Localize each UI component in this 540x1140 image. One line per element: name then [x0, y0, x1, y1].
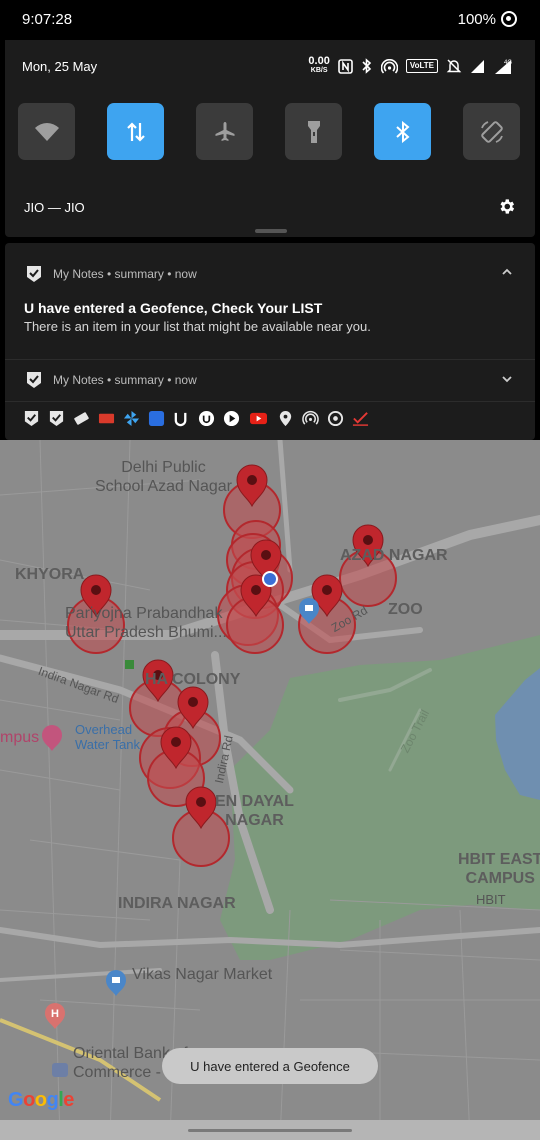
map-view[interactable]: H Delhi Public School Azad Nagar KHYORA P… — [0, 440, 540, 1140]
map-label-hbit-east: HBIT EAST CAMPUS — [458, 851, 540, 887]
map-label-indira-nagar: INDIRA NAGAR — [118, 895, 236, 912]
battery-percent: 100% — [457, 11, 496, 28]
auto-rotate-icon — [480, 120, 503, 143]
map-label-azad-nagar: AZAD NAGAR — [340, 547, 448, 564]
compass-icon — [327, 410, 344, 427]
mobile-data-tile[interactable] — [107, 103, 164, 160]
u-app-icon — [174, 412, 187, 427]
battery-icon — [501, 11, 517, 27]
my-notes-app-icon — [27, 372, 41, 388]
notification-header-text: My Notes • summary • now — [53, 267, 197, 281]
network-type: 4G — [504, 60, 512, 66]
map-canvas[interactable]: H — [0, 440, 540, 1140]
map-label-colony: HA COLONY — [145, 671, 241, 688]
map-label-zoo: ZOO — [388, 601, 423, 618]
map-label-school: Delhi Public School Azad Nagar — [95, 459, 232, 495]
notification-header-2[interactable]: My Notes • summary • now — [25, 371, 197, 389]
chevron-up-icon[interactable] — [501, 267, 513, 277]
mute-icon — [446, 59, 462, 73]
settings-gear-icon[interactable] — [497, 197, 516, 216]
volte-badge: VoLTE — [405, 59, 438, 73]
green-square-poi — [125, 660, 134, 669]
train-app-icon — [98, 413, 115, 424]
date-label[interactable]: Mon, 25 May — [22, 59, 97, 74]
clock: 9:07:28 — [22, 11, 73, 28]
notification-text: There is an item in your list that might… — [24, 319, 371, 334]
checkmark-red-icon — [352, 412, 369, 426]
quick-settings-panel: Mon, 25 May 0.00 KB/S VoLTE 4G JIO — JIO — [5, 40, 535, 237]
map-label-vikas-market: Vikas Nagar Market — [132, 966, 273, 983]
map-label-khyora: KHYORA — [15, 566, 85, 583]
bank-poi-icon[interactable] — [52, 1063, 68, 1077]
notification-card[interactable]: My Notes • summary • now U have entered … — [5, 243, 535, 440]
my-notes-icon — [24, 410, 39, 427]
notification-title: U have entered a Geofence, Check Your LI… — [24, 300, 323, 316]
divider — [5, 359, 535, 360]
play-icon — [223, 410, 240, 427]
status-bar: 9:07:28 100% — [0, 0, 540, 40]
hotspot-icon — [302, 410, 319, 425]
notification-header: My Notes • summary • now — [25, 265, 197, 283]
network-speed-unit: KB/S — [310, 67, 328, 74]
toast-message: U have entered a Geofence — [162, 1048, 378, 1084]
map-label-overhead-tank: Overhead Water Tank — [75, 722, 141, 752]
bluetooth-icon — [395, 120, 410, 143]
status-icons: 0.00 KB/S VoLTE 4G — [308, 54, 513, 78]
airplane-icon — [215, 121, 234, 141]
auto-rotate-tile[interactable] — [463, 103, 520, 160]
home-gesture-pill[interactable] — [188, 1129, 352, 1132]
navigation-bar — [0, 1120, 540, 1140]
flashlight-tile[interactable] — [285, 103, 342, 160]
chevron-down-icon[interactable] — [501, 374, 513, 384]
bluetooth-tile[interactable] — [374, 103, 431, 160]
carrier-label: JIO — JIO — [24, 200, 85, 215]
paytm-icon — [148, 410, 165, 427]
my-notes-icon — [49, 410, 64, 427]
svg-text:H: H — [51, 1008, 59, 1020]
ticket-icon — [74, 412, 89, 425]
pinwheel-icon — [123, 410, 140, 427]
map-label-campus: mpus — [0, 729, 40, 746]
wifi-icon — [34, 122, 59, 141]
signal-icon — [471, 59, 484, 73]
my-notes-app-icon — [27, 266, 41, 282]
map-label-deen-dayal: EN DAYAL NAGAR — [215, 793, 294, 829]
signal-4g-icon: 4G — [495, 60, 512, 74]
google-logo: Google — [8, 1089, 74, 1111]
urbanclap-icon — [198, 410, 215, 427]
mobile-data-icon — [126, 121, 145, 142]
location-pin-icon — [279, 410, 292, 427]
my-location-dot — [262, 571, 278, 587]
youtube-icon — [250, 412, 267, 425]
network-speed-value: 0.00 — [308, 55, 330, 67]
wifi-tile[interactable] — [18, 103, 75, 160]
flashlight-icon — [307, 120, 320, 143]
notification-app-icons — [23, 410, 369, 427]
drag-handle[interactable] — [255, 229, 287, 233]
network-speed: 0.00 KB/S — [308, 55, 330, 75]
nfc-icon — [338, 58, 353, 74]
notification-header-text-2: My Notes • summary • now — [53, 373, 197, 387]
map-label-pariyojna: Pariyojna Prabandhak Uttar Pradesh Bhumi.… — [65, 605, 227, 641]
divider — [5, 401, 535, 402]
airplane-mode-tile[interactable] — [196, 103, 253, 160]
bluetooth-status-icon — [362, 58, 372, 74]
hotspot-icon — [380, 58, 398, 74]
map-label-hbit: HBIT — [476, 892, 506, 907]
